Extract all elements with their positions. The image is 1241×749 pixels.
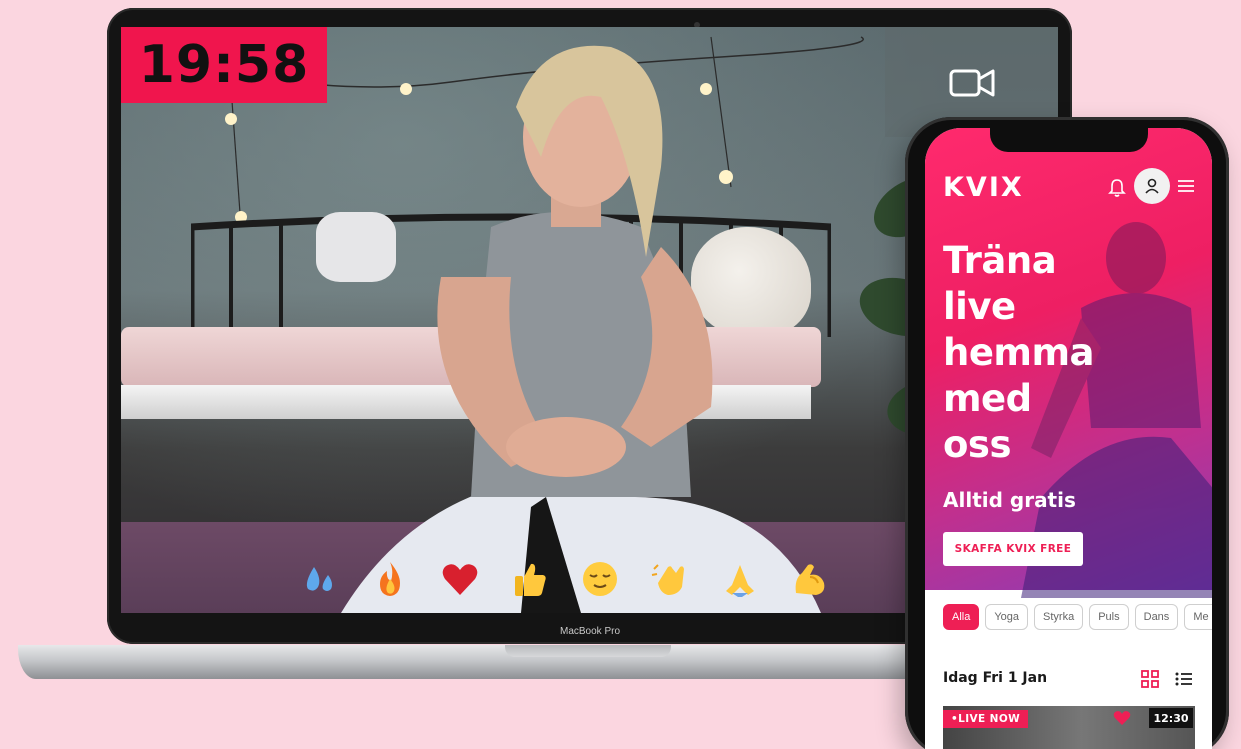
phone-notch (990, 122, 1148, 152)
filter-chip-more[interactable]: Me (1184, 604, 1212, 630)
clapping-hands-icon (651, 564, 684, 595)
reaction-heart[interactable] (425, 557, 495, 601)
reaction-relieved[interactable] (565, 557, 635, 601)
instructor (341, 45, 821, 613)
reaction-sweat[interactable] (285, 557, 355, 601)
reaction-flex[interactable] (775, 557, 845, 601)
category-filter: Alla Yoga Styrka Puls Dans Me (943, 604, 1212, 632)
class-time-badge: 12:30 (1149, 708, 1193, 728)
countdown-timer: 19:58 (121, 27, 327, 103)
headline-line: med (943, 377, 1032, 420)
thumbs-up-icon (515, 563, 546, 596)
phone-screen: KVIX Träna live hemma med oss Alltid gra… (925, 128, 1212, 749)
reaction-pray[interactable] (705, 557, 775, 601)
relieved-face-icon (583, 562, 617, 596)
reaction-clap[interactable] (635, 557, 705, 601)
brand-logo[interactable]: KVIX (943, 172, 1024, 203)
laptop-base (18, 645, 958, 679)
laptop-opening-notch (505, 645, 671, 657)
hero-banner: KVIX Träna live hemma med oss Alltid gra… (925, 128, 1212, 598)
schedule-header: Idag Fri 1 Jan (943, 668, 1195, 692)
filter-chip-dance[interactable]: Dans (1134, 604, 1179, 630)
headline-line: hemma (943, 331, 1095, 374)
bell-icon[interactable] (1108, 178, 1126, 198)
filter-chip-strength[interactable]: Styrka (1034, 604, 1084, 630)
favorite-heart-icon[interactable] (1113, 710, 1131, 726)
list-view-icon[interactable] (1175, 670, 1193, 688)
flexed-biceps-icon (795, 564, 825, 595)
headline-line: oss (943, 423, 1011, 466)
filter-chip-all[interactable]: Alla (943, 604, 980, 630)
hero-headline: Träna live hemma med oss (943, 238, 1143, 468)
user-avatar-button[interactable] (1134, 168, 1170, 204)
laptop-model-label: MacBook Pro (559, 626, 621, 637)
live-badge: •LIVE NOW (943, 710, 1029, 728)
video-camera-icon (949, 69, 995, 97)
folded-hands-icon (726, 565, 754, 597)
sweat-droplets-icon (306, 567, 332, 591)
headline-line: Träna (943, 239, 1057, 282)
filter-chip-yoga[interactable]: Yoga (985, 604, 1029, 630)
filter-chip-cardio[interactable]: Puls (1089, 604, 1129, 630)
get-free-button[interactable]: SKAFFA KVIX FREE (943, 532, 1083, 566)
user-icon (1145, 178, 1159, 194)
headline-line: live (943, 285, 1016, 328)
reaction-bar (285, 557, 845, 601)
reaction-thumbs-up[interactable] (495, 557, 565, 601)
class-card[interactable]: •LIVE NOW 12:30 (943, 706, 1195, 749)
hero-subline: Alltid gratis (943, 488, 1076, 512)
day-label: Idag Fri 1 Jan (943, 670, 1048, 686)
red-heart-icon (442, 564, 478, 595)
grid-view-icon[interactable] (1141, 670, 1159, 688)
fire-icon (380, 562, 400, 596)
hamburger-menu-icon[interactable] (1177, 178, 1195, 194)
reaction-fire[interactable] (355, 557, 425, 601)
